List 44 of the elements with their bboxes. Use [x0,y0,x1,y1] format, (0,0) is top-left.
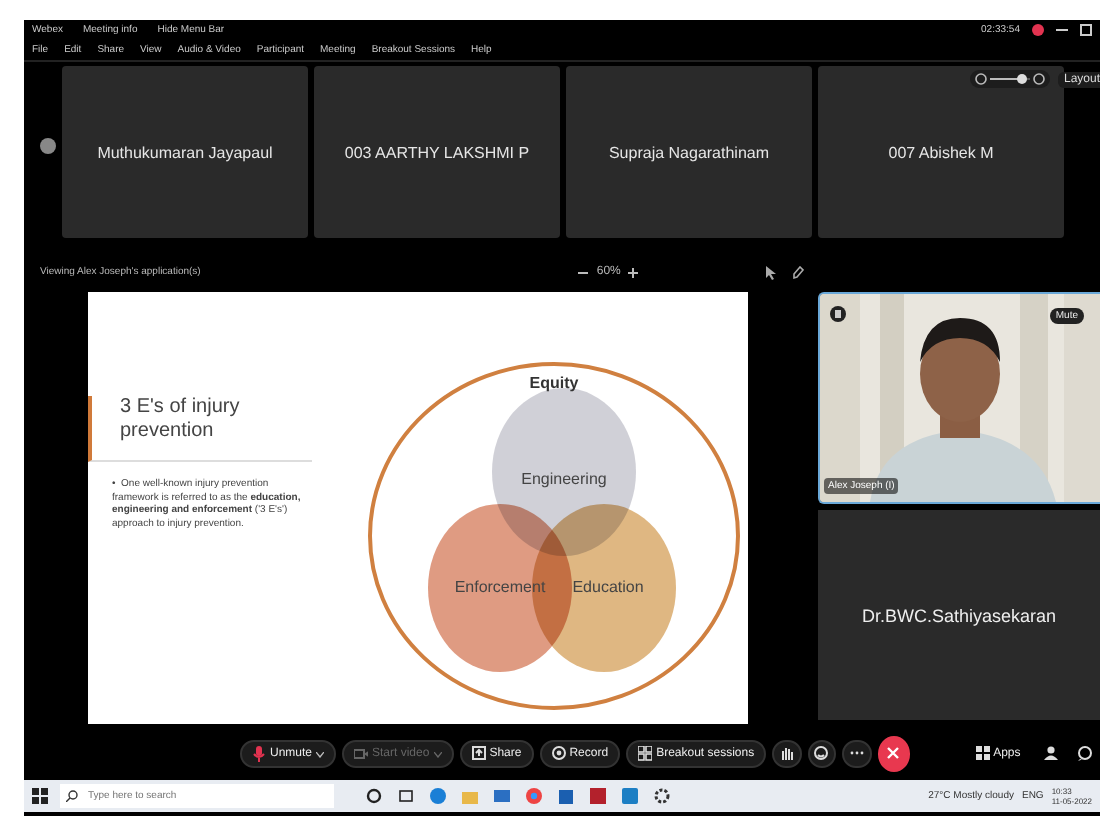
annotate-icon[interactable] [792,265,804,279]
reactions-button[interactable] [807,740,837,768]
task-view-icon[interactable] [398,788,414,804]
slide-title: 3 E's of injury prevention [88,396,312,462]
gear-icon[interactable] [654,788,670,804]
venn-label: Engineering [521,470,607,488]
previous-page-button[interactable] [40,138,56,154]
participant-name: 007 Abishek M [888,143,994,161]
search-icon [66,790,78,802]
zoom-in-icon[interactable] [628,267,639,277]
browser-icon[interactable] [430,788,446,804]
circle-icon[interactable] [366,788,382,804]
pin-icon[interactable] [830,306,846,322]
grid-icon [638,746,653,762]
browser-icon[interactable] [526,788,542,804]
smiley-icon [814,746,829,762]
participant-name: Supraja Nagarathinam [608,143,770,161]
grid-icon [975,746,990,762]
outer-label: Equity [529,374,579,392]
record-icon [551,746,566,762]
raise-hand-button[interactable] [772,740,802,768]
venn-label: Enforcement [454,578,546,596]
minimize-icon[interactable] [1056,24,1068,36]
zoom-out-icon[interactable] [578,267,589,277]
mail-icon[interactable] [494,788,510,804]
pointer-icon[interactable] [764,265,776,279]
end-meeting-button[interactable] [877,736,911,772]
venn-label: Education [572,578,644,596]
windows-icon[interactable] [32,788,48,804]
caret-icon [316,751,325,757]
store-icon[interactable] [558,788,574,804]
camera-icon [354,746,369,762]
share-icon [471,746,486,762]
maximize-icon[interactable] [1080,24,1092,36]
close-icon [886,746,901,762]
zoom-slider[interactable] [969,70,1050,88]
chat-icon [1078,746,1093,762]
microphone-off-icon [252,746,266,762]
participant-name: 003 AARTHY LAKSHMI P [344,143,530,161]
more-button[interactable] [842,740,872,768]
person-icon [1043,746,1058,762]
participant-name: Muthukumaran Jayapaul [97,143,273,161]
caret-icon [433,751,442,757]
participant-name: Dr.BWC.Sathiyasekaran [861,605,1057,625]
